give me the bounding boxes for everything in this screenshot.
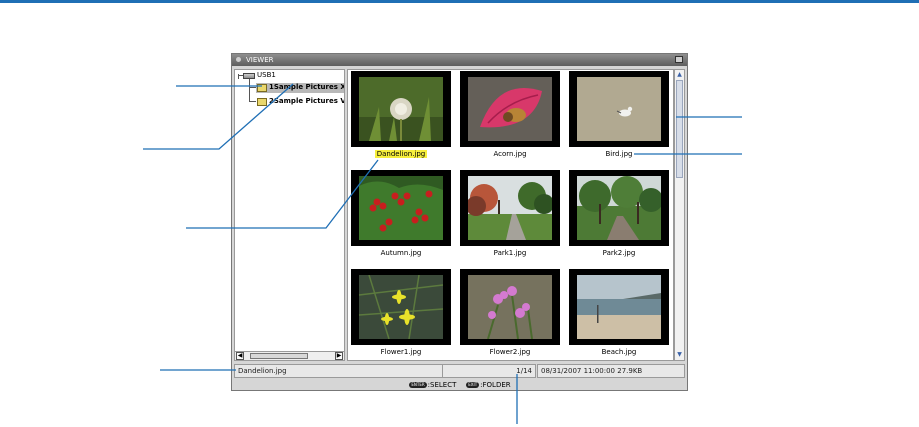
thumbnail-frame — [569, 71, 669, 147]
thumbnail-label: Park1.jpg — [493, 249, 527, 257]
autumn-photo — [359, 176, 443, 240]
thumbnail-item[interactable]: Beach.jpg — [566, 268, 672, 366]
status-filename-text: Dandelion.jpg — [238, 367, 287, 375]
flower1-photo — [359, 275, 443, 339]
thumbnail-frame — [460, 71, 560, 147]
thumbnail-frame — [569, 170, 669, 246]
window-title: VIEWER — [246, 56, 274, 64]
beach-photo — [577, 275, 661, 339]
dandelion-photo — [359, 77, 443, 141]
thumbnail-label: Flower2.jpg — [489, 348, 531, 356]
thumbnail-label: Acorn.jpg — [493, 150, 527, 158]
status-file-info: 08/31/2007 11:00:00 27.9KB — [537, 364, 685, 378]
thumbnail-caption: Park2.jpg — [566, 248, 672, 258]
tree-branch-line — [249, 101, 256, 102]
folder-icon — [257, 84, 267, 92]
status-page: 1/14 — [442, 364, 536, 378]
page-counter: 1/14 — [516, 367, 532, 375]
folder-icon — [257, 98, 267, 106]
thumbnail-grid: Dandelion.jpg Acorn.jpg Bird.jpg Autumn.… — [347, 69, 674, 361]
tree-item-label: USB1 — [257, 71, 276, 79]
park1-photo — [468, 176, 552, 240]
enter-key-icon: ENTER — [409, 382, 427, 388]
thumbnail-caption: Flower2.jpg — [457, 347, 563, 357]
select-hint: :SELECT — [427, 381, 457, 389]
thumbnail-frame — [351, 170, 451, 246]
thumbnail-frame — [460, 269, 560, 345]
scrollbar-thumb[interactable] — [250, 353, 308, 359]
thumbnail-frame — [460, 170, 560, 246]
thumbnail-item[interactable]: Autumn.jpg — [348, 169, 454, 267]
file-datetime: 08/31/2007 11:00:00 — [541, 367, 616, 375]
tree-item-folder-1[interactable]: 1Sample Pictures X — [256, 83, 344, 93]
thumbnail-frame — [351, 71, 451, 147]
tree-branch-line — [249, 87, 256, 88]
top-rule — [0, 0, 919, 3]
thumbnail-item[interactable]: Park2.jpg — [566, 169, 672, 267]
acorn-photo — [468, 77, 552, 141]
tree-item-folder-2[interactable]: 2Sample Pictures V — [256, 97, 344, 107]
thumbnail-item[interactable]: Bird.jpg — [566, 70, 672, 168]
scrollbar-thumb[interactable] — [676, 80, 683, 178]
folder-hint: :FOLDER — [480, 381, 511, 389]
thumbnail-caption: Bird.jpg — [566, 149, 672, 159]
scroll-right-icon[interactable]: ▶ — [335, 352, 343, 360]
key-hint-bar: ENTER:SELECT EXIT:FOLDER — [232, 379, 687, 391]
thumbnail-caption: Dandelion.jpg — [348, 149, 454, 159]
close-icon[interactable] — [675, 56, 683, 63]
tree-branch-line — [249, 79, 250, 102]
scroll-up-icon[interactable]: ▲ — [676, 71, 683, 79]
thumbnail-label: Dandelion.jpg — [374, 150, 428, 158]
thumbnail-caption: Park1.jpg — [457, 248, 563, 258]
thumbnail-label: Park2.jpg — [602, 249, 636, 257]
scroll-down-icon[interactable]: ▼ — [676, 351, 683, 359]
thumbnail-caption: Beach.jpg — [566, 347, 672, 357]
exit-key-icon: EXIT — [466, 382, 480, 388]
bird-photo — [577, 77, 661, 141]
thumbnail-label: Autumn.jpg — [380, 249, 422, 257]
thumbnail-label: Beach.jpg — [601, 348, 637, 356]
thumbnail-item[interactable]: Dandelion.jpg — [348, 70, 454, 168]
viewer-window: VIEWER USB1 1Sample Pictures X 2Sample P… — [231, 53, 688, 391]
folder-tree: USB1 1Sample Pictures X 2Sample Pictures… — [234, 69, 345, 361]
thumbnail-caption: Flower1.jpg — [348, 347, 454, 357]
thumbnail-caption: Acorn.jpg — [457, 149, 563, 159]
thumbnail-label: Bird.jpg — [605, 150, 633, 158]
thumbnail-item[interactable]: Flower2.jpg — [457, 268, 563, 366]
thumbnail-frame — [351, 269, 451, 345]
park2-photo — [577, 176, 661, 240]
thumbnail-caption: Autumn.jpg — [348, 248, 454, 258]
thumbnail-item[interactable]: Park1.jpg — [457, 169, 563, 267]
scroll-left-icon[interactable]: ◀ — [236, 352, 244, 360]
thumbnail-frame — [569, 269, 669, 345]
tree-item-label: 2Sample Pictures V — [269, 97, 345, 105]
thumbnail-item[interactable]: Flower1.jpg — [348, 268, 454, 366]
tree-horizontal-scrollbar[interactable]: ◀ ▶ — [234, 351, 345, 361]
thumbnail-item[interactable]: Acorn.jpg — [457, 70, 563, 168]
window-icon — [236, 57, 241, 62]
title-bar: VIEWER — [232, 54, 687, 66]
tree-item-label: 1Sample Pictures X — [269, 83, 345, 91]
grid-vertical-scrollbar[interactable]: ▲ ▼ — [674, 69, 685, 361]
file-size: 27.9KB — [617, 367, 643, 375]
thumbnail-label: Flower1.jpg — [380, 348, 422, 356]
flower2-photo — [468, 275, 552, 339]
